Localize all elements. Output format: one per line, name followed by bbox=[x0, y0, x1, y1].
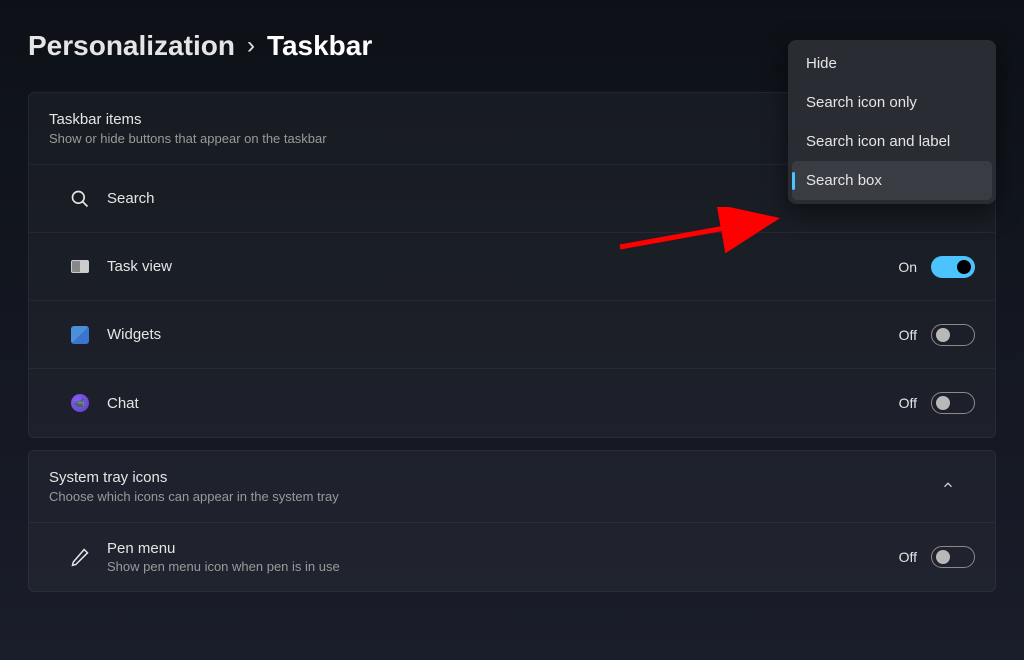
section-subtitle: Choose which icons can appear in the sys… bbox=[49, 489, 339, 504]
pen-menu-sub: Show pen menu icon when pen is in use bbox=[107, 559, 899, 574]
widgets-icon bbox=[69, 324, 91, 346]
taskview-row: Task view On bbox=[29, 233, 995, 301]
taskview-state: On bbox=[898, 259, 917, 275]
pen-menu-toggle[interactable] bbox=[931, 546, 975, 568]
widgets-label: Widgets bbox=[107, 326, 899, 343]
widgets-row: Widgets Off bbox=[29, 301, 995, 369]
breadcrumb-parent[interactable]: Personalization bbox=[28, 30, 235, 62]
chat-icon: 📹 bbox=[69, 392, 91, 414]
section-title: System tray icons bbox=[49, 469, 339, 486]
breadcrumb-current: Taskbar bbox=[267, 30, 372, 62]
chat-state: Off bbox=[899, 395, 917, 411]
dropdown-option-search-box[interactable]: Search box bbox=[792, 161, 992, 200]
chevron-up-icon bbox=[941, 478, 975, 495]
search-icon bbox=[69, 188, 91, 210]
system-tray-section: System tray icons Choose which icons can… bbox=[28, 450, 996, 592]
widgets-state: Off bbox=[899, 327, 917, 343]
dropdown-option-icon-label[interactable]: Search icon and label bbox=[792, 122, 992, 161]
pen-menu-row: Pen menu Show pen menu icon when pen is … bbox=[29, 523, 995, 591]
pen-menu-label: Pen menu bbox=[107, 540, 899, 557]
chevron-right-icon: › bbox=[247, 32, 255, 60]
chat-row: 📹 Chat Off bbox=[29, 369, 995, 437]
pen-menu-state: Off bbox=[899, 549, 917, 565]
taskview-label: Task view bbox=[107, 258, 898, 275]
system-tray-header[interactable]: System tray icons Choose which icons can… bbox=[29, 451, 995, 523]
chat-label: Chat bbox=[107, 395, 899, 412]
dropdown-option-icon-only[interactable]: Search icon only bbox=[792, 83, 992, 122]
pen-icon bbox=[69, 546, 91, 568]
search-dropdown: Hide Search icon only Search icon and la… bbox=[788, 40, 996, 204]
dropdown-option-hide[interactable]: Hide bbox=[792, 44, 992, 83]
widgets-toggle[interactable] bbox=[931, 324, 975, 346]
taskview-icon bbox=[69, 256, 91, 278]
taskview-toggle[interactable] bbox=[931, 256, 975, 278]
chat-toggle[interactable] bbox=[931, 392, 975, 414]
